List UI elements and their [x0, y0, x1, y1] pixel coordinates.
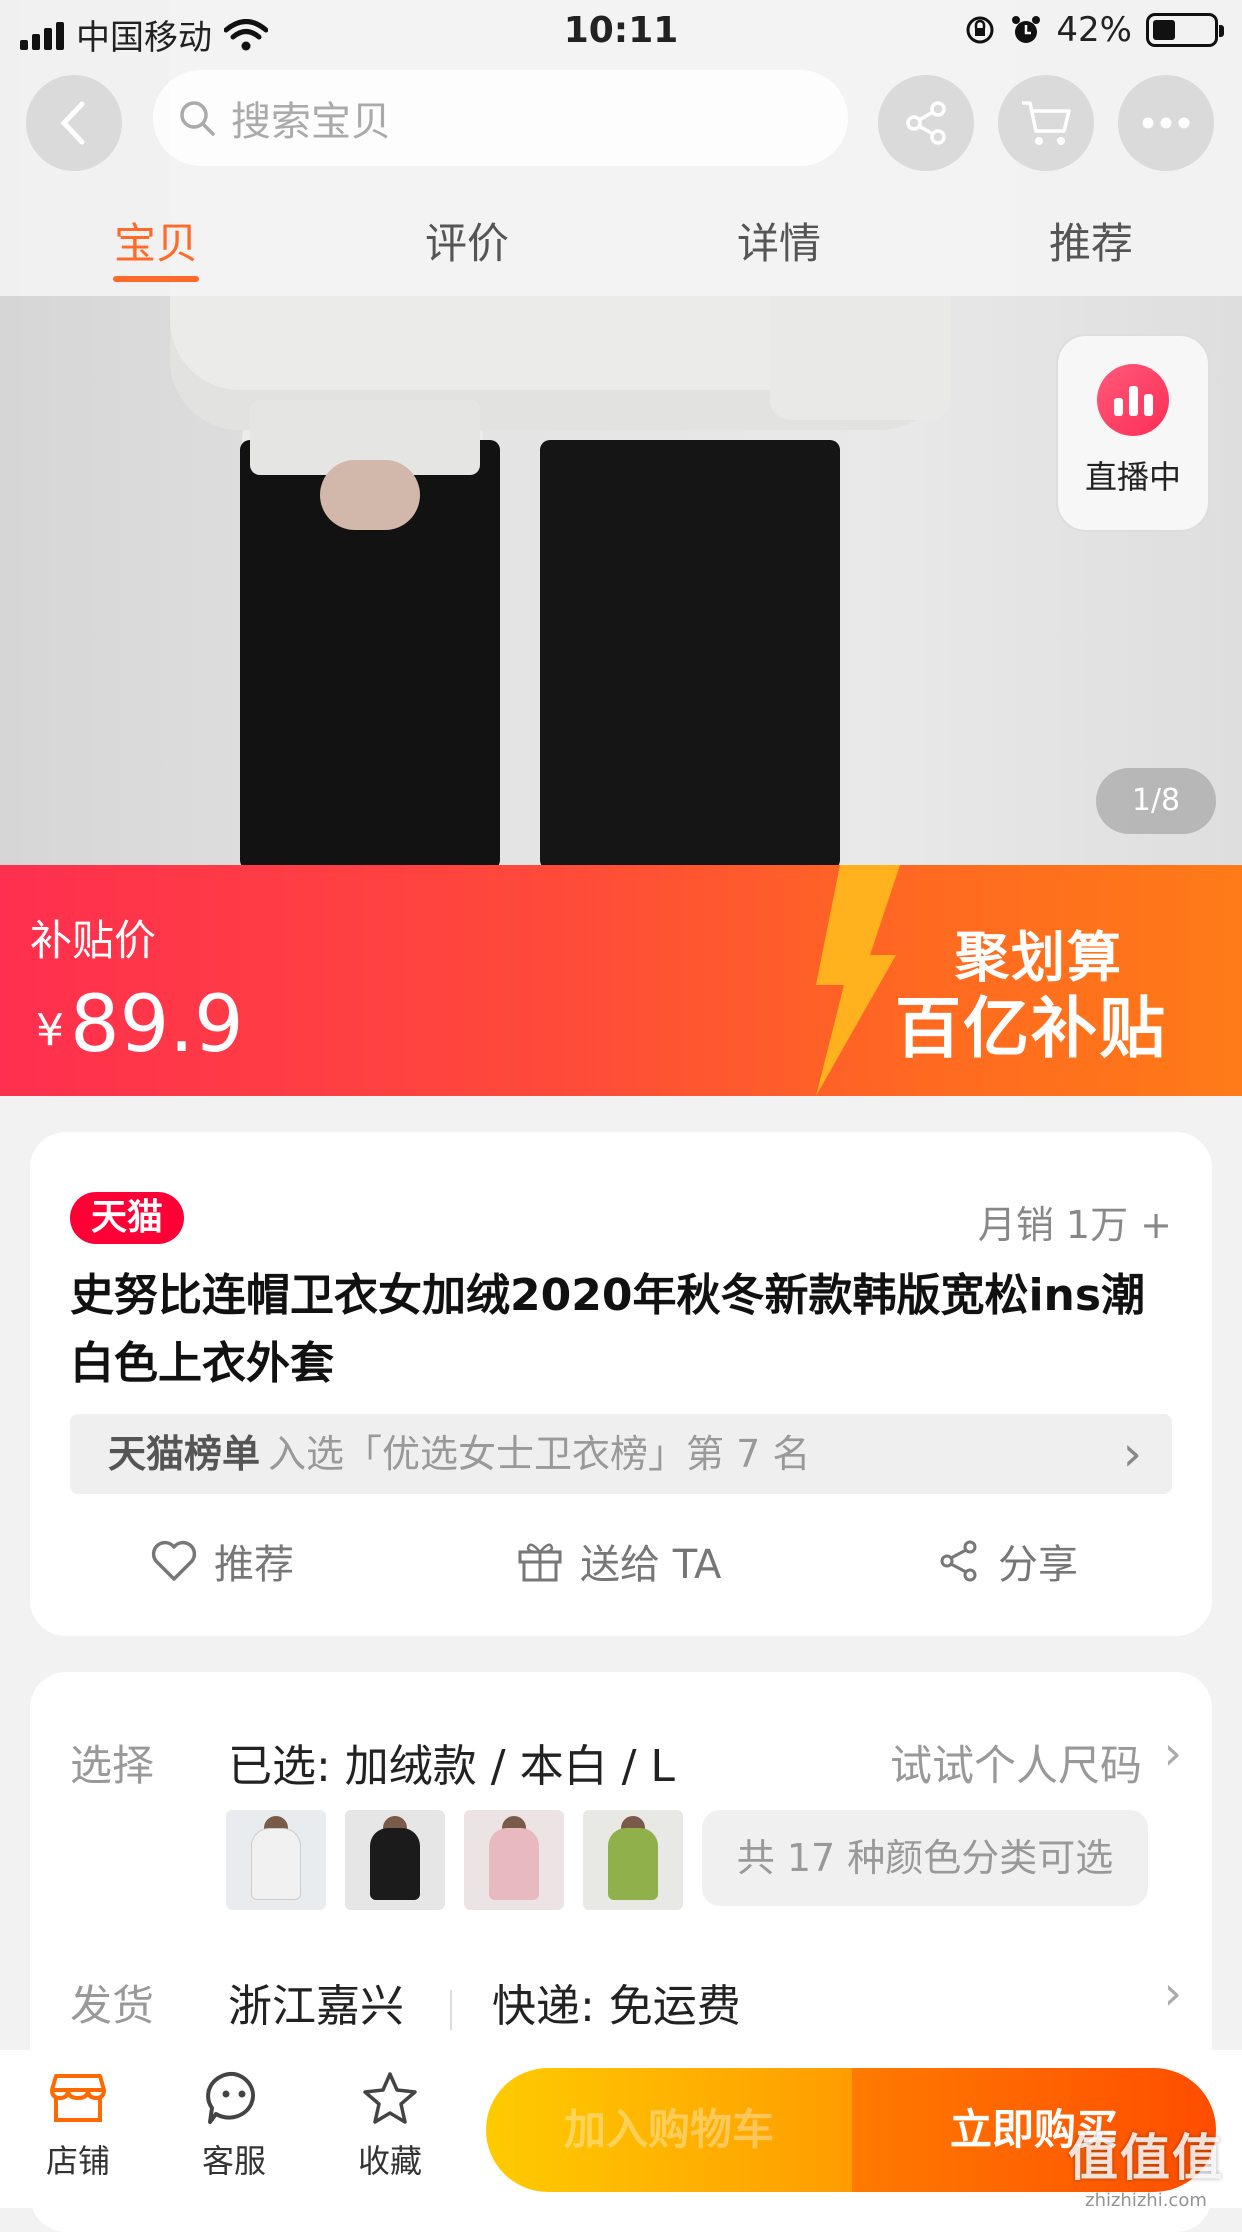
thumb-garment [608, 1828, 658, 1900]
image-counter: 1/8 [1096, 768, 1216, 834]
share-product-button[interactable]: 分享 [936, 1532, 1078, 1590]
chevron-right-icon: › [1122, 1426, 1142, 1482]
store-icon [50, 2074, 106, 2122]
add-to-cart-button[interactable]: 加入购物车 [486, 2068, 852, 2192]
color-thumb-black[interactable] [345, 1810, 445, 1910]
status-bar: 中国移动 10:11 42% [0, 0, 1242, 62]
ranking-banner[interactable]: 天猫榜单 入选「优选女士卫衣榜」第 7 名 › [70, 1414, 1172, 1494]
product-actions: 推荐 送给 TA 分享 [30, 1532, 1212, 1602]
tab-reviews[interactable]: 评价 [367, 210, 567, 271]
service-label: 客服 [201, 2142, 266, 2180]
divider [450, 1990, 452, 2030]
currency-symbol: ¥ [36, 1005, 64, 1056]
share-icon [940, 1540, 977, 1582]
heart-icon [151, 1540, 197, 1581]
search-icon [180, 101, 215, 136]
ship-from: 浙江嘉兴 [228, 1981, 404, 2032]
share-button[interactable] [878, 75, 974, 171]
more-button[interactable] [1118, 75, 1214, 171]
recommend-label: 推荐 [214, 1542, 294, 1588]
size-hint-link[interactable]: 试试个人尺码 [890, 1732, 1142, 1793]
tab-baobei[interactable]: 宝贝 [56, 210, 256, 282]
thumb-garment [370, 1828, 420, 1900]
gift-icon [518, 1543, 562, 1582]
thumb-garment [489, 1828, 539, 1900]
chat-face-icon [206, 2071, 256, 2124]
battery-percent: 42% [1056, 10, 1132, 50]
star-icon [363, 2072, 417, 2124]
ship-label: 发货 [70, 1981, 155, 2030]
store-button[interactable]: 店铺 [18, 2070, 138, 2182]
more-icon [1142, 117, 1190, 129]
active-tab-indicator [113, 276, 199, 282]
recommend-button[interactable]: 推荐 [150, 1532, 294, 1590]
tab-details[interactable]: 详情 [679, 210, 879, 271]
share-icon [906, 101, 946, 145]
price: ¥89.9 [36, 980, 244, 1070]
chevron-right-icon: › [1163, 1726, 1182, 1780]
live-label: 直播中 [1084, 458, 1181, 496]
chevron-right-icon: › [1163, 1966, 1182, 2020]
tab-label: 详情 [736, 219, 821, 268]
color-thumb-white[interactable] [226, 1810, 326, 1910]
thumb-garment [251, 1828, 301, 1900]
price-value: 89.9 [70, 980, 244, 1070]
alarm-icon [1012, 16, 1041, 43]
live-bars-icon [1097, 364, 1169, 436]
selected-spec[interactable]: 已选: 加绒款 / 本白 / L [228, 1730, 675, 1794]
back-button[interactable] [26, 75, 122, 171]
tab-label: 推荐 [1048, 219, 1133, 268]
tab-label: 评价 [424, 219, 509, 268]
ranking-name: 天猫榜单 [108, 1432, 261, 1476]
color-count-chip[interactable]: 共 17 种颜色分类可选 [702, 1810, 1148, 1906]
customer-service-button[interactable]: 客服 [174, 2070, 294, 2182]
lightning-icon [816, 865, 900, 1096]
monthly-sales: 月销 1万 + [977, 1203, 1172, 1247]
favorite-label: 收藏 [357, 2142, 422, 2180]
cart-icon [1022, 101, 1071, 145]
hand [320, 460, 420, 530]
promo-subtitle: 百亿补贴 [895, 990, 1167, 1067]
live-stream-button[interactable]: 直播中 [1056, 334, 1210, 532]
gift-label: 送给 TA [580, 1542, 722, 1588]
watermark: 值值值 zhizhizhi.com [1068, 2118, 1224, 2211]
watermark-logo: 值值值 [1068, 2129, 1224, 2187]
battery-icon [1146, 13, 1224, 47]
color-thumb-pink[interactable] [464, 1810, 564, 1910]
pants-right [540, 440, 840, 865]
share-label: 分享 [998, 1542, 1078, 1588]
ranking-text: 入选「优选女士卫衣榜」第 7 名 [268, 1432, 811, 1476]
price-banner: 补贴价 ¥89.9 聚划算 百亿补贴 [0, 865, 1242, 1096]
ship-method[interactable]: 快递: 免运费 [492, 1970, 741, 2034]
tab-label: 宝贝 [113, 219, 198, 268]
search-input[interactable]: 搜索宝贝 [153, 70, 848, 166]
color-thumb-green[interactable] [583, 1810, 683, 1910]
price-label: 补贴价 [30, 916, 157, 965]
search-placeholder: 搜索宝贝 [231, 99, 391, 145]
cart-button[interactable] [998, 75, 1094, 171]
select-label: 选择 [70, 1741, 155, 1790]
chevron-left-icon [60, 101, 85, 145]
tab-recommend[interactable]: 推荐 [991, 210, 1191, 271]
tmall-badge: 天猫 [70, 1192, 184, 1244]
favorite-button[interactable]: 收藏 [330, 2070, 450, 2182]
section-tabs: 宝贝 评价 详情 推荐 [0, 210, 1242, 296]
rotation-lock-icon [966, 16, 994, 44]
product-title: 史努比连帽卫衣女加绒2020年秋冬新款韩版宽松ins潮白色上衣外套 [70, 1270, 1146, 1389]
store-label: 店铺 [45, 2142, 110, 2180]
gift-button[interactable]: 送给 TA [516, 1532, 721, 1590]
product-info-card: 天猫 月销 1万 + 史努比连帽卫衣女加绒2020年秋冬新款韩版宽松ins潮白色… [30, 1132, 1212, 1636]
bottom-bar: 店铺 客服 收藏 加入购物车 立即购买 [0, 2050, 1242, 2208]
